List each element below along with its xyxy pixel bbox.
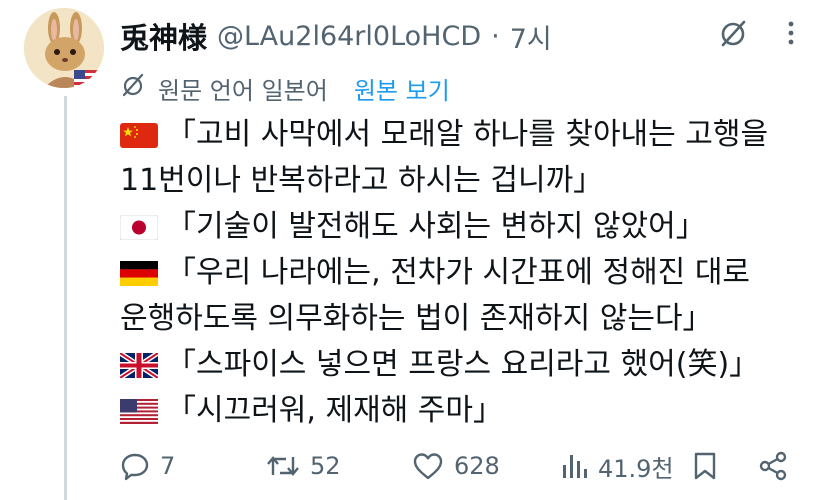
repost-count: 52	[310, 452, 341, 480]
body-line: 운행하도록 의무화하는 법이 존재하지 않는다」	[120, 296, 800, 342]
avatar-rabbit-illustration	[24, 8, 104, 88]
usa-flag-icon	[120, 398, 158, 424]
body-text: 「기술이 발전해도 사회는 변하지 않았어」	[166, 209, 706, 244]
tweet-body: 「고비 사막에서 모래알 하나를 찾아내는 고행을 11번이나 반복하라고 하시…	[120, 112, 800, 434]
more-icon[interactable]	[786, 18, 796, 52]
tweet-actions: 7 52 628 41.9천	[120, 446, 796, 486]
body-line: 「기술이 발전해도 사회는 변하지 않았어」	[120, 204, 800, 250]
views-button[interactable]: 41.9천	[560, 446, 674, 486]
share-icon	[759, 451, 787, 481]
bookmark-button[interactable]	[692, 446, 718, 486]
display-name[interactable]: 兎神様	[120, 15, 207, 57]
body-line: 「스파이스 넣으면 프랑스 요리라고 했어(笑)」	[120, 342, 800, 388]
body-text: 「스파이스 넣으면 프랑스 요리라고 했어(笑)」	[166, 347, 760, 382]
user-handle[interactable]: @LAu2l64rl0LoHCD	[217, 21, 481, 52]
body-line: 11번이나 반복하라고 하시는 겁니까」	[120, 158, 800, 204]
repost-button[interactable]: 52	[266, 446, 341, 486]
body-line: 「우리 나라에는, 전차가 시간표에 정해진 대로	[120, 250, 800, 296]
like-button[interactable]: 628	[412, 446, 500, 486]
tweet-header: 兎神様 @LAu2l64rl0LoHCD · 7시	[120, 14, 552, 58]
translation-bar: 원문 언어 일본어 원본 보기	[120, 68, 450, 108]
views-icon	[563, 455, 587, 478]
views-count: 41.9천	[598, 454, 674, 483]
reply-count: 7	[160, 452, 176, 480]
like-icon	[413, 453, 443, 480]
reply-icon	[121, 453, 149, 481]
translation-note: 원문 언어 일본어	[158, 76, 328, 105]
body-text: 「시끄러워, 제재해 주마」	[166, 393, 504, 428]
body-text: 운행하도록 의무화하는 법이 존재하지 않는다」	[120, 301, 713, 336]
tweet-top-actions	[718, 18, 796, 52]
body-text: 「고비 사막에서 모래알 하나를 찾아내는 고행을	[166, 117, 769, 152]
china-flag-icon	[120, 122, 158, 148]
body-line: 「시끄러워, 제재해 주마」	[120, 388, 800, 434]
uk-flag-icon	[120, 352, 158, 378]
like-count: 628	[454, 452, 500, 480]
repost-icon	[267, 456, 299, 476]
avatar[interactable]	[24, 8, 104, 88]
grok-icon[interactable]	[718, 18, 748, 52]
bookmark-icon	[694, 452, 716, 480]
separator-dot: ·	[491, 20, 500, 52]
reply-button[interactable]: 7	[120, 446, 175, 486]
germany-flag-icon	[120, 260, 158, 286]
translate-icon	[120, 72, 146, 104]
thread-connector-line	[64, 96, 67, 500]
body-line: 「고비 사막에서 모래알 하나를 찾아내는 고행을	[120, 112, 800, 158]
share-button[interactable]	[758, 446, 788, 486]
japan-flag-icon	[120, 214, 158, 240]
body-text: 「우리 나라에는, 전차가 시간표에 정해진 대로	[166, 255, 751, 290]
show-original-link[interactable]: 원본 보기	[354, 71, 450, 106]
timestamp[interactable]: 7시	[510, 17, 552, 56]
body-text: 11번이나 반복하라고 하시는 겁니까」	[120, 163, 604, 198]
